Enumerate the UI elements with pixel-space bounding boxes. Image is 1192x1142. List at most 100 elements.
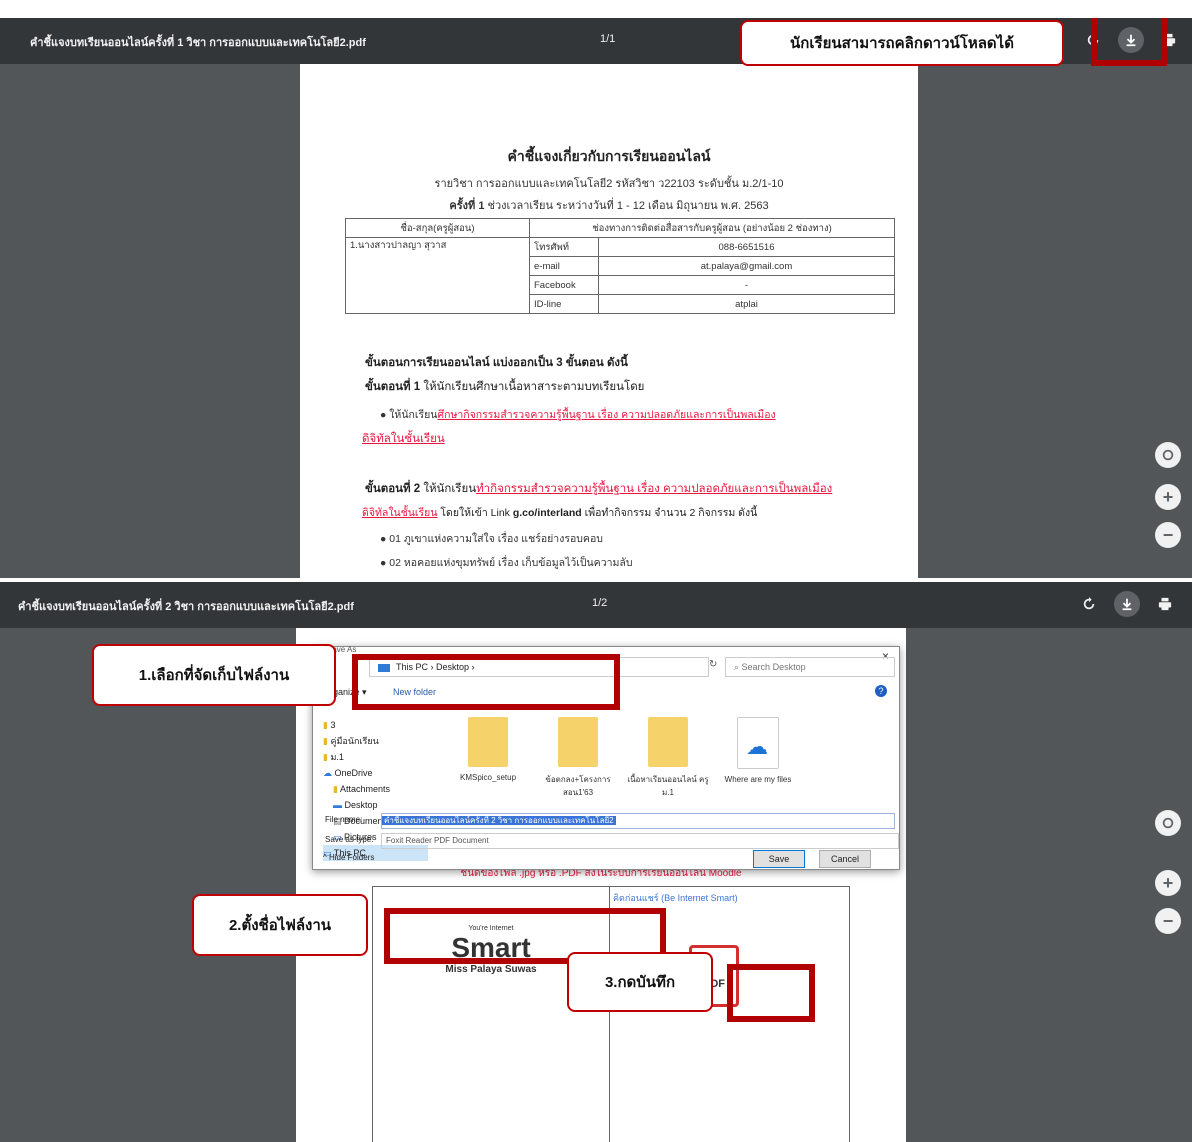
- file-item[interactable]: ☁ Where are my files: [713, 717, 803, 784]
- step1-text: ให้นักเรียนศึกษาเนื้อหาสาระตามบทเรียนโดย: [420, 381, 645, 393]
- zoom-in-button[interactable]: +: [1155, 870, 1181, 896]
- nav-item-label: 3: [330, 720, 336, 730]
- step2-tail: เพื่อทำกิจกรรม จำนวน 2 กิจกรรม ดังนี้: [581, 507, 758, 519]
- nav-item[interactable]: ▮ คู่มือนักเรียน: [323, 733, 428, 749]
- save-highlight: [727, 964, 815, 1022]
- step1-bullet-cont: ดิจิทัลในชั้นเรียน: [362, 430, 445, 448]
- hide-folders-toggle[interactable]: ^ Hide Folders: [323, 853, 374, 862]
- page-indicator: 1/2: [592, 597, 608, 609]
- nav-item[interactable]: ▮ Attachments: [323, 781, 428, 797]
- nav-item-label: OneDrive: [334, 768, 373, 778]
- plus-icon: +: [1162, 872, 1174, 893]
- help-icon[interactable]: ?: [875, 685, 887, 697]
- print-icon: [1158, 597, 1172, 611]
- activity-link[interactable]: ดิจิทัลในชั้นเรียน: [362, 507, 438, 519]
- nav-item-label: ม.1: [330, 752, 344, 762]
- interland-link[interactable]: g.co/interland: [513, 507, 582, 519]
- step2-tail-pre: โดยให้เข้า Link: [437, 507, 513, 519]
- contact-label: ID-line: [529, 294, 599, 314]
- steps-heading: ขั้นตอนการเรียนออนไลน์ แบ่งออกเป็น 3 ขั้…: [365, 357, 628, 369]
- step1-label: ขั้นตอนที่ 1: [365, 381, 421, 393]
- session-line: ครั้งที่ 1 ช่วงเวลาเรียน ระหว่างวันที่ 1…: [300, 196, 918, 214]
- file-icon: [468, 717, 508, 767]
- file-name: เนื้อหาเรียนออนไลน์ ครู ม.1: [627, 775, 709, 797]
- search-placeholder: Search Desktop: [741, 662, 806, 672]
- course-line: รายวิชา การออกแบบและเทคโนโลยี2 รหัสวิชา …: [434, 178, 784, 190]
- card-title: คิดก่อนแชร์ (Be Internet Smart): [613, 893, 738, 903]
- download-annotation: นักเรียนสามารถคลิกดาวน์โหลดได้: [740, 20, 1064, 66]
- file-item[interactable]: เนื้อหาเรียนออนไลน์ ครู ม.1: [623, 717, 713, 799]
- nav-item-label: Desktop: [344, 800, 378, 810]
- step2-annotation: 2.ตั้งชื่อไฟล์งาน: [192, 894, 368, 956]
- search-input[interactable]: ⌕ Search Desktop: [725, 657, 895, 677]
- session-dates: ช่วงเวลาเรียน ระหว่างวันที่ 1 - 12 เดือน…: [487, 200, 769, 212]
- session-label: ครั้งที่ 1: [449, 200, 485, 212]
- activity-link[interactable]: ดิจิทัลในชั้นเรียน: [362, 433, 445, 445]
- hide-folders-label: Hide Folders: [328, 853, 375, 862]
- table-header: ชื่อ-สกุล(ครูผู้สอน): [345, 218, 530, 238]
- download-highlight: [1091, 18, 1167, 66]
- activity-item-text: 02 หอคอยแห่งขุมทรัพย์ เรื่อง เก็บข้อมูลไ…: [389, 557, 633, 569]
- minus-icon: −: [1162, 910, 1174, 931]
- onedrive-icon: ☁: [737, 717, 779, 769]
- folder-icon: [558, 717, 598, 767]
- doc-title: คำชี้แจงเกี่ยวกับการเรียนออนไลน์: [507, 148, 711, 164]
- file-name: Where are my files: [724, 775, 792, 784]
- bullet-prefix: ให้นักเรียน: [389, 409, 438, 421]
- filename-value: คำชี้แจงบทเรียนออนไลน์ครั้งที่ 2 วิชา กา…: [382, 816, 616, 825]
- minus-icon: −: [1162, 524, 1174, 545]
- savetype-label: Save as type:: [325, 835, 374, 844]
- zoom-out-button[interactable]: −: [1155, 522, 1181, 548]
- save-button[interactable]: Save: [753, 850, 805, 868]
- rotate-button[interactable]: [1076, 591, 1102, 617]
- pdf-viewer-2: คำชี้แจงบทเรียนออนไลน์ครั้งที่ 2 วิชา กา…: [0, 582, 1192, 1142]
- fit-page-icon: [1162, 817, 1174, 829]
- step2-line: ขั้นตอนที่ 2 ให้นักเรียนทำกิจกรรมสำรวจคว…: [365, 480, 832, 498]
- activity-item-text: 01 ภูเขาแห่งความใส่ใจ เรื่อง แชร์อย่างรอ…: [389, 533, 603, 545]
- contact-label: โทรศัพท์: [529, 237, 599, 257]
- step1-annotation: 1.เลือกที่จัดเก็บไฟล์งาน: [92, 644, 336, 706]
- address-highlight: [352, 654, 620, 710]
- plus-icon: +: [1162, 486, 1174, 507]
- contact-value: atplai: [598, 294, 895, 314]
- file-item[interactable]: KMSpico_setup: [443, 717, 533, 782]
- print-button[interactable]: [1152, 591, 1178, 617]
- nav-item[interactable]: ▬ Desktop: [323, 797, 428, 813]
- contact-value: -: [598, 275, 895, 295]
- activity-link[interactable]: ศึกษากิจกรรมสำรวจความรู้พื้นฐาน เรื่อง ค…: [437, 409, 775, 421]
- folder-icon: [648, 717, 688, 767]
- filename-label: File name:: [325, 815, 363, 824]
- download-button[interactable]: [1114, 591, 1140, 617]
- document-filename: คำชี้แจงบทเรียนออนไลน์ครั้งที่ 2 วิชา กา…: [18, 601, 354, 613]
- nav-item[interactable]: ☁ OneDrive: [323, 765, 428, 781]
- refresh-icon[interactable]: ↻: [709, 659, 717, 670]
- zoom-in-button[interactable]: +: [1155, 484, 1181, 510]
- file-item[interactable]: ข้อตกลง+โครงการสอน1'63: [533, 717, 623, 799]
- step2-line-cont: ดิจิทัลในชั้นเรียน โดยให้เข้า Link g.co/…: [362, 504, 757, 521]
- step1-line: ขั้นตอนที่ 1 ให้นักเรียนศึกษาเนื้อหาสาระ…: [365, 378, 644, 396]
- nav-item[interactable]: ▮ 3: [323, 717, 428, 733]
- filename-input[interactable]: คำชี้แจงบทเรียนออนไลน์ครั้งที่ 2 วิชา กา…: [381, 813, 895, 829]
- contact-value: 088-6651516: [598, 237, 895, 257]
- savetype-select[interactable]: Foxit Reader PDF Document: [381, 833, 899, 849]
- contact-label: e-mail: [529, 256, 599, 276]
- nav-item-label: Attachments: [339, 784, 390, 794]
- nav-item[interactable]: ▮ ม.1: [323, 749, 428, 765]
- teacher-name: 1.นางสาวปาลญา สุวาส: [345, 237, 530, 314]
- step3-annotation: 3.กดบันทึก: [567, 952, 713, 1012]
- pdf-viewer-1: คำชี้แจงบทเรียนออนไลน์ครั้งที่ 1 วิชา กา…: [0, 18, 1192, 578]
- cancel-button[interactable]: Cancel: [819, 850, 871, 868]
- activity-item: ● 01 ภูเขาแห่งความใส่ใจ เรื่อง แชร์อย่าง…: [380, 533, 603, 545]
- search-icon: ⌕: [734, 662, 742, 672]
- document-filename: คำชี้แจงบทเรียนออนไลน์ครั้งที่ 1 วิชา กา…: [30, 37, 366, 49]
- fit-page-button[interactable]: [1155, 442, 1181, 468]
- file-name: ข้อตกลง+โครงการสอน1'63: [545, 775, 611, 797]
- pdf-page: คำชี้แจงเกี่ยวกับการเรียนออนไลน์ รายวิชา…: [300, 64, 918, 578]
- download-icon: [1122, 598, 1132, 611]
- activity-link[interactable]: ทำกิจกรรมสำรวจความรู้พื้นฐาน เรื่อง ความ…: [476, 483, 832, 495]
- activity-item: ● 02 หอคอยแห่งขุมทรัพย์ เรื่อง เก็บข้อมู…: [380, 557, 633, 569]
- step1-bullet: ● ให้นักเรียนศึกษากิจกรรมสำรวจความรู้พื้…: [380, 409, 776, 421]
- zoom-out-button[interactable]: −: [1155, 908, 1181, 934]
- contact-value: at.palaya@gmail.com: [598, 256, 895, 276]
- fit-page-button[interactable]: [1155, 810, 1181, 836]
